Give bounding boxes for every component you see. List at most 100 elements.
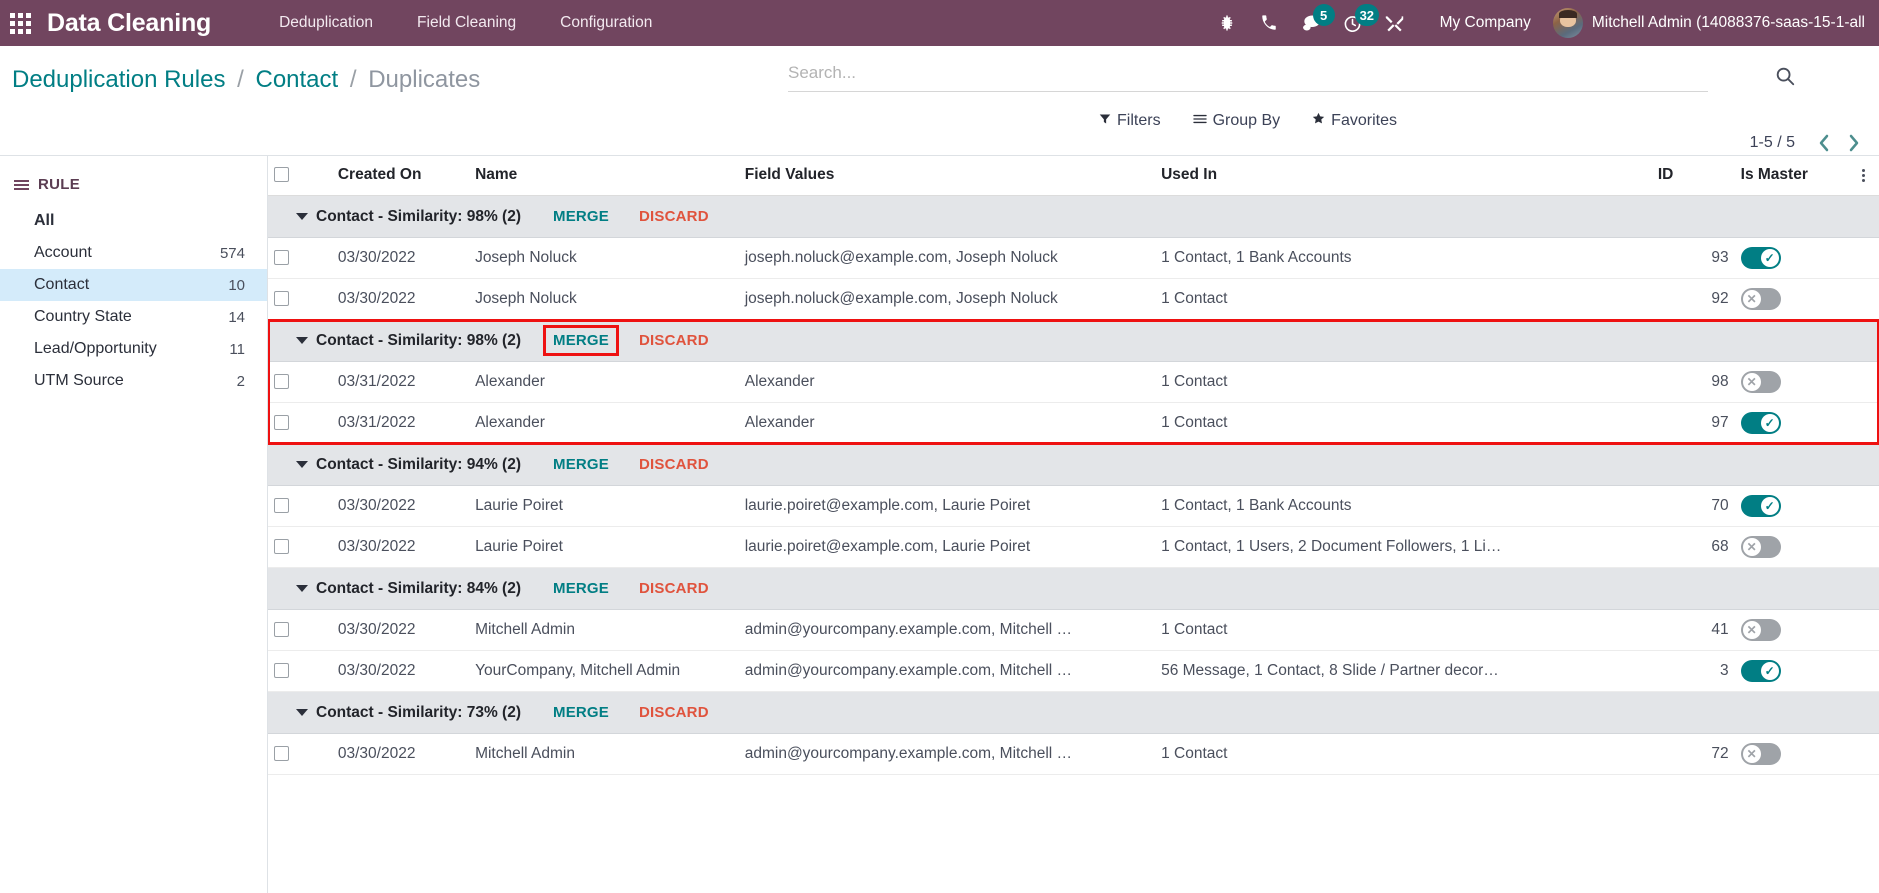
favorites-button[interactable]: Favorites [1296,108,1413,134]
table-row[interactable]: 03/30/2022 YourCompany, Mitchell Admin adm… [268,650,1879,692]
group-by-button[interactable]: Group By [1177,108,1297,134]
merge-button[interactable]: MERGE [542,325,620,356]
hamburger-icon[interactable] [14,179,29,190]
column-header-created-on[interactable]: Created On [331,156,470,196]
merge-button[interactable]: MERGE [547,453,615,476]
row-checkbox[interactable] [274,746,289,762]
caret-down-icon[interactable] [296,585,308,592]
sidebar-item-lead-opportunity[interactable]: Lead/Opportunity 11 [0,333,267,365]
caret-down-icon[interactable] [296,337,308,344]
search-icon[interactable] [1774,65,1796,92]
nav-item-field-cleaning[interactable]: Field Cleaning [395,8,538,38]
group-header-row[interactable]: Contact - Similarity: 98% (2) MERGE DISCAR… [268,195,1879,238]
breadcrumb-contact[interactable]: Contact [255,66,338,93]
is-master-toggle[interactable]: ✕ [1740,288,1781,310]
activity-clock-icon[interactable]: 32 [1332,0,1380,46]
discard-button[interactable]: DISCARD [633,453,715,476]
is-master-toggle[interactable]: ✕ [1740,371,1781,393]
is-master-toggle[interactable]: ✕ [1740,619,1781,641]
table-row[interactable]: 03/30/2022 Joseph Noluck joseph.noluck@exa… [268,237,1879,279]
is-master-toggle[interactable]: ✓ [1740,412,1781,434]
column-header-field-values[interactable]: Field Values [738,156,1156,196]
chat-icon[interactable]: 5 [1290,0,1335,46]
cross-icon: ✕ [1742,538,1761,556]
sidebar-item-contact[interactable]: Contact 10 [0,269,267,301]
merge-button[interactable]: MERGE [547,205,615,228]
pager-count: 1-5 / 5 [1749,134,1795,151]
cell-created-on: 03/30/2022 [331,237,470,279]
user-menu[interactable]: Mitchell Admin (14088376-saas-15-1-all [1547,8,1865,38]
select-all-checkbox[interactable] [274,167,289,183]
breadcrumb-deduplication-rules[interactable]: Deduplication Rules [12,66,225,93]
cell-options [1848,526,1879,568]
table-row[interactable]: 03/30/2022 Laurie Poiret laurie.poiret@exa… [268,485,1879,527]
bug-icon[interactable] [1206,0,1248,46]
row-checkbox[interactable] [274,539,289,555]
row-checkbox[interactable] [274,663,289,679]
nav-item-configuration[interactable]: Configuration [538,8,674,38]
apps-grid-icon[interactable] [10,12,31,34]
group-header-row[interactable]: Contact - Similarity: 98% (2) MERGE DISCAR… [268,319,1879,362]
sidebar-item-utm-source[interactable]: UTM Source 2 [0,365,267,397]
group-header-row[interactable]: Contact - Similarity: 94% (2) MERGE DISCAR… [268,443,1879,486]
column-header-used-in[interactable]: Used In [1155,156,1652,196]
is-master-toggle[interactable]: ✕ [1740,743,1781,765]
row-checkbox[interactable] [274,374,289,390]
is-master-toggle[interactable]: ✓ [1740,247,1781,269]
discard-button[interactable]: DISCARD [633,329,715,352]
cell-created-on: 03/31/2022 [331,402,470,444]
search-input-wrapper[interactable] [788,60,1795,92]
cross-icon: ✕ [1742,373,1761,391]
caret-down-icon[interactable] [296,709,308,716]
table-row[interactable]: 03/30/2022 Mitchell Admin admin@yourcompan… [268,733,1879,775]
chevron-left-icon[interactable] [1809,128,1839,158]
row-checkbox[interactable] [274,291,289,307]
table-row[interactable]: 03/30/2022 Laurie Poiret laurie.poiret@exa… [268,526,1879,568]
caret-down-icon[interactable] [296,461,308,468]
cell-created-on: 03/30/2022 [331,650,470,692]
column-header-is-master[interactable]: Is Master [1734,156,1849,196]
cell-name: Alexander [469,361,739,403]
company-switcher[interactable]: My Company [1416,14,1547,32]
nav-item-deduplication[interactable]: Deduplication [257,8,395,38]
row-checkbox[interactable] [274,498,289,514]
table-row[interactable]: 03/31/2022 Alexander Alexander 1 Contact 97 ✓ [268,402,1879,444]
merge-button[interactable]: MERGE [547,701,615,724]
cell-options [1848,237,1879,279]
cell-name: Mitchell Admin [469,609,739,651]
sidebar-item-country-state[interactable]: Country State 14 [0,301,267,333]
row-checkbox[interactable] [274,415,289,431]
discard-button[interactable]: DISCARD [633,205,715,228]
is-master-toggle[interactable]: ✓ [1740,495,1781,517]
column-options-header[interactable] [1848,156,1879,196]
is-master-toggle[interactable]: ✓ [1740,660,1781,682]
tools-icon[interactable] [1374,0,1416,46]
sidebar-item-account[interactable]: Account 574 [0,237,267,269]
row-checkbox[interactable] [274,250,289,266]
cross-icon: ✕ [1742,745,1761,763]
discard-button[interactable]: DISCARD [633,701,715,724]
table-row[interactable]: 03/31/2022 Alexander Alexander 1 Contact 98 ✕ [268,361,1879,403]
table-row[interactable]: 03/30/2022 Joseph Noluck joseph.noluck@exa… [268,278,1879,320]
discard-button[interactable]: DISCARD [633,577,715,600]
options-dots-icon[interactable] [1854,168,1873,182]
cell-used-in: 1 Contact [1155,733,1652,775]
merge-button[interactable]: MERGE [547,577,615,600]
column-header-id[interactable]: ID [1651,156,1735,196]
row-checkbox[interactable] [274,622,289,638]
column-header-name[interactable]: Name [469,156,739,196]
filters-button[interactable]: Filters [1083,108,1177,134]
table-header-row: Created On Name Field Values Used In ID … [268,156,1879,196]
group-label: Contact - Similarity: 98% (2) [316,331,521,349]
sidebar-item-all[interactable]: All [0,205,267,237]
table-row[interactable]: 03/30/2022 Mitchell Admin admin@yourcompan… [268,609,1879,651]
phone-icon[interactable] [1248,0,1290,46]
chevron-right-icon[interactable] [1839,128,1869,158]
control-panel: Deduplication Rules / Contact / Duplicat… [0,46,1879,156]
group-header-cell: Contact - Similarity: 98% (2) MERGE DISCAR… [268,195,1879,238]
group-header-row[interactable]: Contact - Similarity: 73% (2) MERGE DISCAR… [268,691,1879,734]
caret-down-icon[interactable] [296,213,308,220]
group-header-row[interactable]: Contact - Similarity: 84% (2) MERGE DISCAR… [268,567,1879,610]
search-input[interactable] [788,63,1708,83]
is-master-toggle[interactable]: ✕ [1740,536,1781,558]
